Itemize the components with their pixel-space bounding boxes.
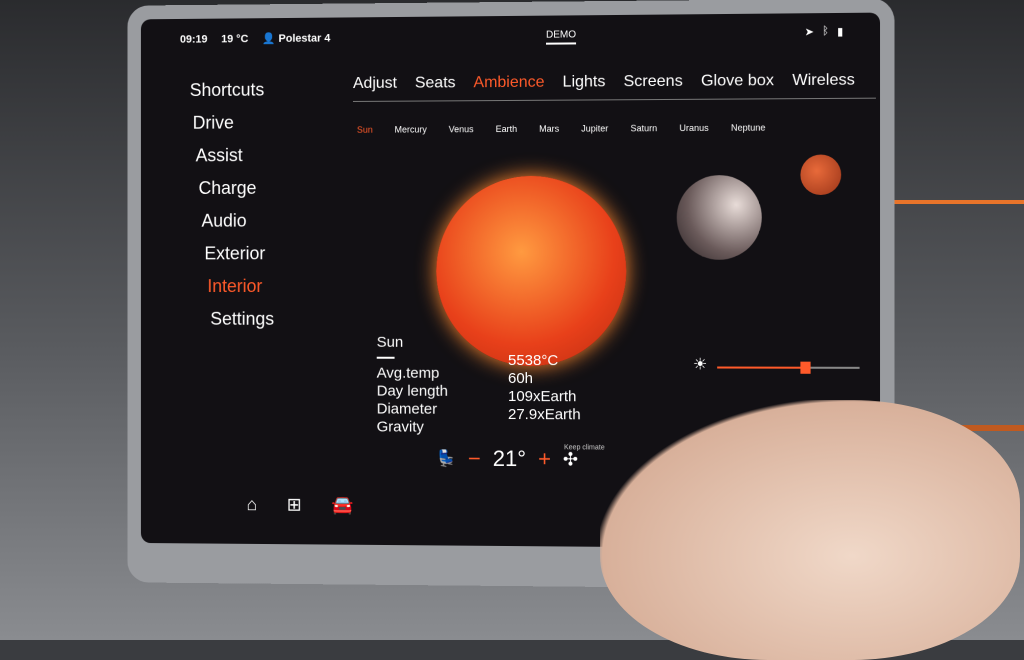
sun-image bbox=[436, 175, 627, 367]
planet-mercury[interactable]: Mercury bbox=[395, 124, 427, 134]
planet-image bbox=[800, 154, 842, 196]
info-value: 27.9xEarth bbox=[507, 406, 581, 424]
sidebar-item-audio[interactable]: Audio bbox=[201, 211, 274, 232]
tab-ambience[interactable]: Ambience bbox=[473, 74, 544, 92]
planet-uranus[interactable]: Uranus bbox=[679, 123, 708, 133]
info-value: 5538°C bbox=[507, 352, 559, 370]
tab-bar: Adjust Seats Ambience Lights Screens Glo… bbox=[352, 71, 876, 102]
profile[interactable]: 👤 Polestar 4 bbox=[262, 32, 330, 45]
info-value: 60h bbox=[507, 370, 534, 388]
sidebar-item-charge[interactable]: Charge bbox=[199, 178, 275, 199]
ambient-light-strip bbox=[880, 200, 1024, 204]
home-icon[interactable]: ⌂ bbox=[247, 494, 258, 515]
planet-jupiter[interactable]: Jupiter bbox=[581, 123, 608, 133]
sidebar-item-exterior[interactable]: Exterior bbox=[204, 243, 274, 264]
demo-badge[interactable]: DEMO bbox=[545, 29, 577, 45]
info-label: Diameter bbox=[376, 400, 438, 418]
tab-seats[interactable]: Seats bbox=[415, 74, 456, 92]
tab-adjust[interactable]: Adjust bbox=[353, 75, 397, 93]
slider-handle[interactable] bbox=[800, 361, 811, 374]
brightness-slider[interactable] bbox=[717, 361, 860, 374]
sidebar-item-drive[interactable]: Drive bbox=[193, 112, 274, 133]
user-icon: 👤 bbox=[262, 32, 276, 46]
planet-neptune[interactable]: Neptune bbox=[731, 123, 766, 133]
status-bar: 09:19 19 °C 👤 Polestar 4 bbox=[180, 27, 849, 46]
status-icons: ➤ ᛒ ▮ bbox=[805, 25, 844, 38]
bluetooth-icon: ᛒ bbox=[822, 25, 829, 38]
info-label: Gravity bbox=[376, 418, 424, 436]
sidebar-item-settings[interactable]: Settings bbox=[210, 309, 274, 330]
planet-earth[interactable]: Earth bbox=[496, 124, 517, 134]
info-value: 109xEarth bbox=[507, 388, 577, 406]
tab-lights[interactable]: Lights bbox=[563, 73, 606, 91]
tab-wireless[interactable]: Wireless bbox=[792, 71, 855, 90]
tab-glove-box[interactable]: Glove box bbox=[701, 72, 774, 91]
seat-heat-icon[interactable]: 💺 bbox=[436, 449, 456, 469]
planet-info: Sun Avg.temp Day length Diameter Gravity bbox=[376, 333, 448, 437]
sidebar: Shortcuts Drive Assist Charge Audio Exte… bbox=[190, 80, 274, 330]
planet-saturn[interactable]: Saturn bbox=[630, 123, 657, 133]
planet-venus[interactable]: Venus bbox=[449, 124, 474, 134]
fan-icon[interactable]: ✣ bbox=[563, 449, 578, 470]
clock: 09:19 bbox=[179, 33, 208, 46]
temperature-value: 21° bbox=[492, 445, 527, 472]
location-icon: ➤ bbox=[804, 26, 814, 39]
sidebar-item-shortcuts[interactable]: Shortcuts bbox=[190, 80, 274, 101]
info-label: Avg.temp bbox=[376, 364, 440, 382]
user-hand bbox=[600, 400, 1020, 660]
planet-sun[interactable]: Sun bbox=[357, 125, 373, 135]
planet-values: 5538°C 60h 109xEarth 27.9xEarth bbox=[508, 352, 581, 424]
bottom-bar: ⌂ ⊞ 🚘 bbox=[247, 494, 354, 516]
planet-mars[interactable]: Mars bbox=[539, 124, 559, 134]
brightness-icon: ☀ bbox=[692, 356, 708, 374]
tab-screens[interactable]: Screens bbox=[624, 73, 683, 91]
apps-icon[interactable]: ⊞ bbox=[287, 495, 302, 516]
info-label: Day length bbox=[376, 382, 448, 400]
planet-selector: Sun Mercury Venus Earth Mars Jupiter Sat… bbox=[357, 123, 766, 135]
car-icon[interactable]: 🚘 bbox=[331, 495, 353, 516]
sidebar-item-assist[interactable]: Assist bbox=[196, 145, 275, 166]
climate-bar: 💺 − 21° + ✣ bbox=[436, 446, 578, 473]
signal-icon: ▮ bbox=[837, 26, 844, 39]
divider bbox=[376, 356, 395, 359]
slider-fill bbox=[717, 366, 806, 369]
temp-increase-button[interactable]: + bbox=[538, 446, 551, 472]
temp-decrease-button[interactable]: − bbox=[468, 446, 481, 472]
outside-temp: 19 °C bbox=[221, 32, 249, 45]
sidebar-item-interior[interactable]: Interior bbox=[207, 276, 274, 297]
planet-name: Sun bbox=[376, 333, 404, 351]
planet-image bbox=[676, 175, 762, 260]
